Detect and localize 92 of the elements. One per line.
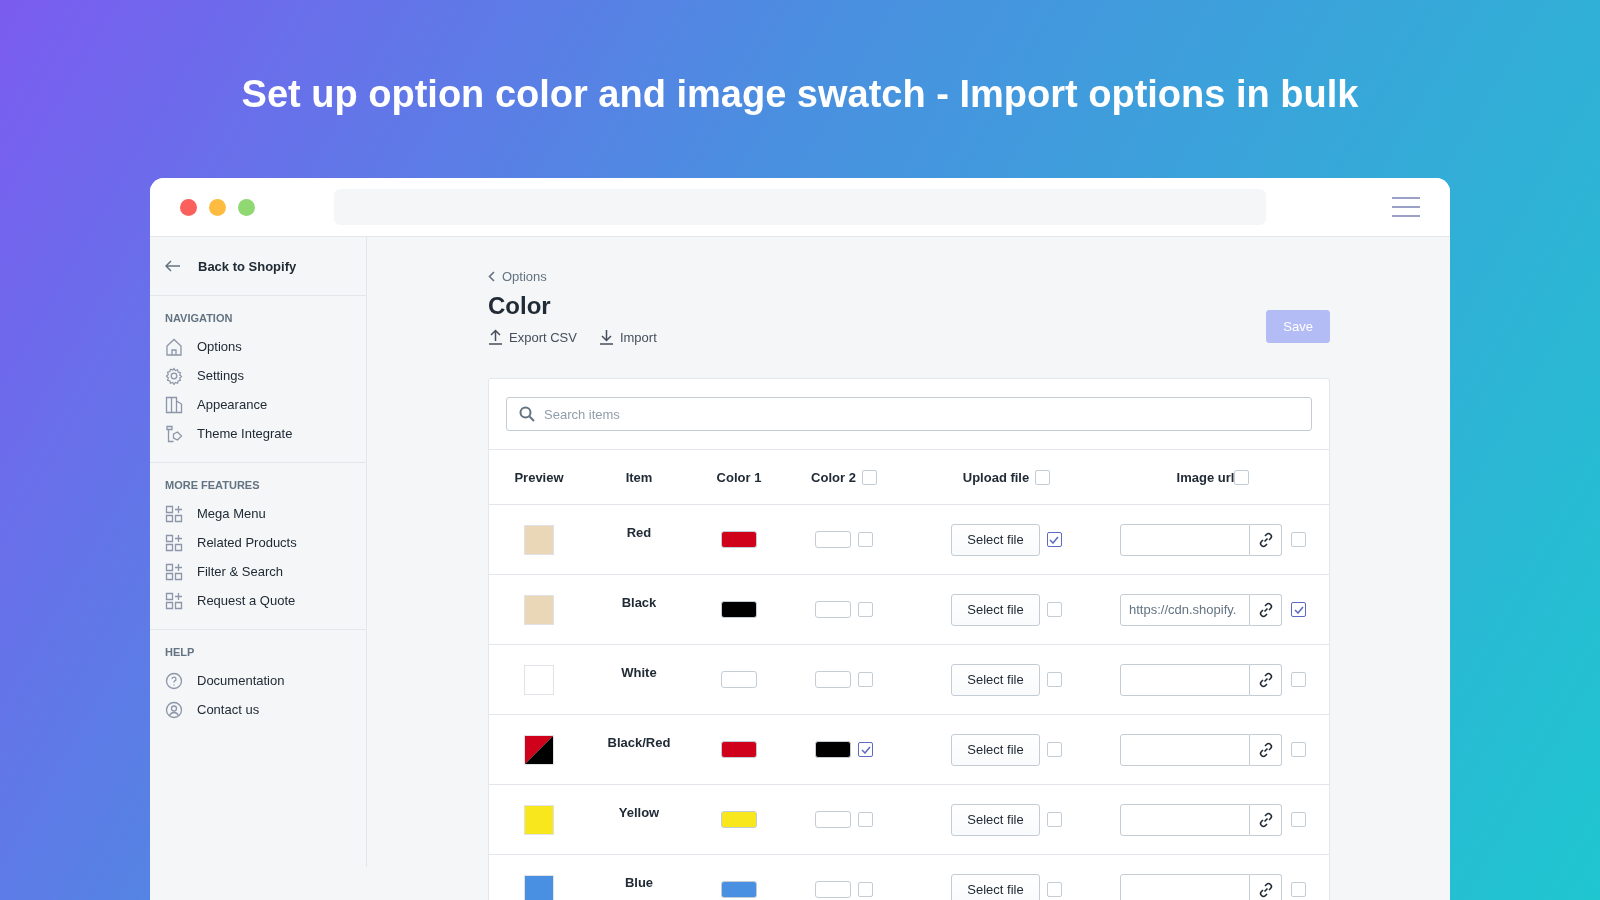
link-icon [1257,741,1274,758]
color-picker[interactable] [721,741,757,758]
image-url-field[interactable] [1120,803,1250,836]
item-name: Red [626,525,652,540]
search-icon [519,406,535,422]
menu-icon[interactable] [1392,197,1420,217]
color-picker[interactable] [721,811,757,828]
theme-icon [165,424,183,443]
color-picker[interactable] [815,881,851,898]
link-button[interactable] [1250,873,1282,900]
grid-plus-icon [165,562,183,581]
photo-placeholder [524,594,554,625]
color-picker[interactable] [815,811,851,828]
upload-icon [488,329,503,345]
section-title: HELP [165,645,196,660]
grid-plus-icon [165,533,183,552]
link-button[interactable] [1250,593,1282,626]
grid-plus-icon [165,504,183,523]
nav-link[interactable]: Contact us [197,702,260,717]
gear-icon [165,366,183,385]
color-picker[interactable] [721,601,757,618]
link-button[interactable] [1250,803,1282,836]
nav-link[interactable]: Request a Quote [197,593,296,608]
link-icon [1257,671,1274,688]
page-title: Color [488,291,552,321]
column-header: Color 1 [716,469,762,485]
select-file-button[interactable]: Select file [951,873,1040,900]
layout-icon [165,395,183,414]
close-dot[interactable] [180,198,197,216]
nav-link[interactable]: Documentation [197,673,285,688]
section-title: MORE FEATURES [165,478,261,493]
column-header: Color 2 [811,469,856,485]
checkbox[interactable] [858,742,873,757]
item-name: White [621,665,657,680]
link-button[interactable] [1250,663,1282,696]
import-button[interactable]: Import [598,329,657,345]
home-icon [165,337,183,356]
color-picker[interactable] [815,741,851,758]
image-url-field[interactable] [1120,663,1250,696]
link-icon [1257,531,1274,548]
minimize-dot[interactable] [209,198,226,216]
image-url-field[interactable] [1120,873,1250,900]
nav-link[interactable]: Settings [197,368,244,383]
nav-link[interactable]: Filter & Search [197,564,283,579]
column-header: Item [625,469,653,485]
nav-link[interactable]: Related Products [197,535,297,550]
link-button[interactable] [1250,733,1282,766]
back-link[interactable]: Back to Shopify [198,258,297,274]
select-file-button[interactable]: Select file [951,803,1040,836]
checkbox[interactable] [1046,532,1062,547]
nav-link[interactable]: Theme Integrate [197,426,293,441]
color-picker[interactable] [815,531,851,548]
search-field[interactable]: Search items [506,397,1312,431]
checkbox[interactable] [1291,602,1306,617]
column-header: Upload file [962,469,1030,485]
breadcrumb-link[interactable]: Options [502,268,547,284]
help-icon [165,671,183,690]
image-url-field[interactable] [1120,523,1250,556]
maximize-dot[interactable] [238,198,255,216]
export-button[interactable]: Export CSV [488,329,577,345]
image-url-field[interactable] [1120,733,1250,766]
color-picker[interactable] [815,601,851,618]
back-arrow-icon[interactable] [165,260,181,272]
color-picker[interactable] [721,881,757,898]
section-title: NAVIGATION [165,311,234,326]
select-file-button[interactable]: Select file [951,593,1040,626]
photo-placeholder [524,524,554,555]
nav-link[interactable]: Mega Menu [197,506,266,521]
item-name: Yellow [618,805,660,820]
link-button[interactable] [1250,523,1282,556]
link-icon [1257,881,1274,898]
user-icon [165,700,183,719]
chevron-left-icon[interactable] [488,270,495,282]
nav-link[interactable]: Options [197,339,242,354]
column-header: Image url [1176,469,1235,485]
item-name: Black/Red [607,735,671,750]
link-icon [1257,601,1274,618]
select-file-button[interactable]: Select file [951,523,1040,556]
link-icon [1257,811,1274,828]
item-name: Black [621,595,657,610]
color-picker[interactable] [721,531,757,548]
column-header: Preview [514,469,564,485]
download-icon [598,329,614,345]
select-file-button[interactable]: Select file [951,663,1040,696]
color-picker[interactable] [815,671,851,688]
grid-plus-icon [165,591,183,610]
nav-link[interactable]: Appearance [197,397,268,412]
headline: Set up option color and image swatch - Import options in bulk [240,72,1360,117]
image-url-field[interactable]: https://cdn.shopify. [1120,593,1250,626]
select-file-button[interactable]: Select file [951,733,1040,766]
color-picker[interactable] [721,671,757,688]
item-name: Blue [624,875,654,890]
